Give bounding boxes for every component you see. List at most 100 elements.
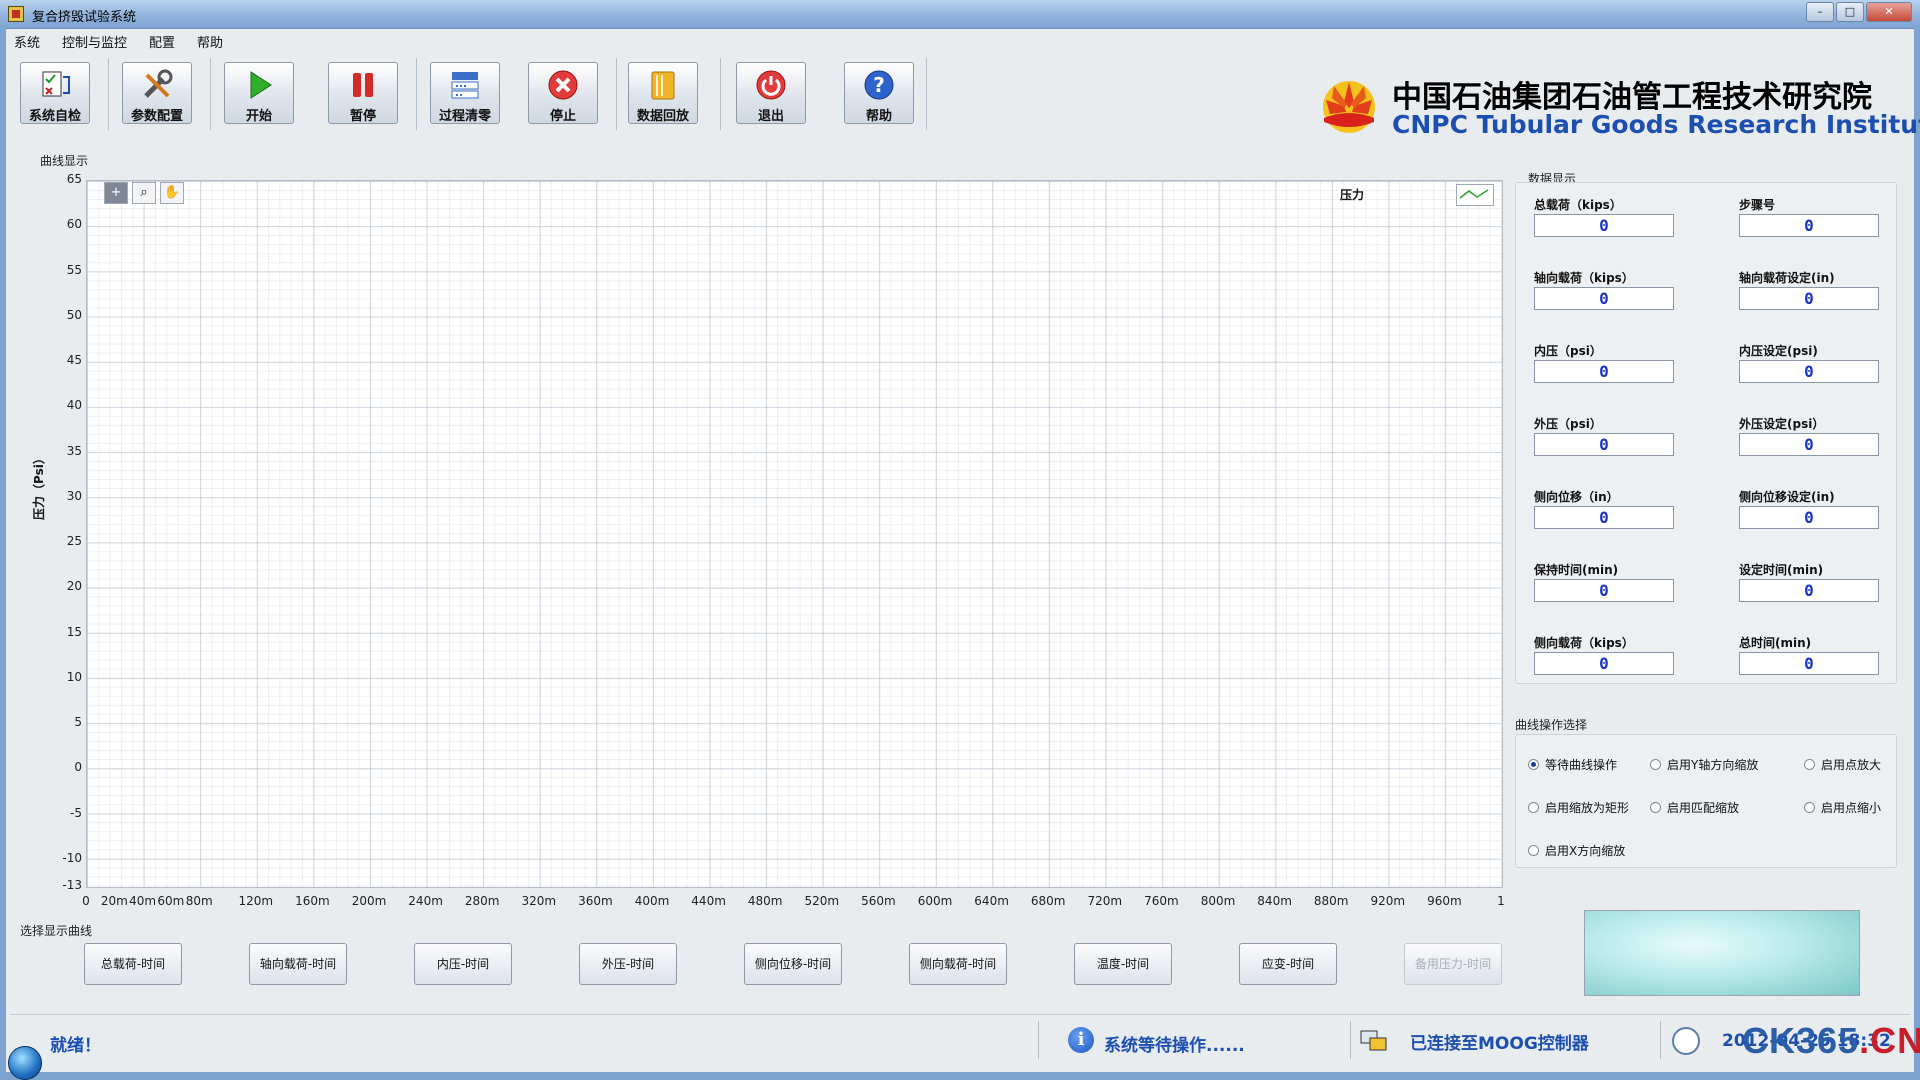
radio-indicator[interactable] (1528, 759, 1539, 770)
y-tick-label: 35 (66, 443, 82, 458)
data-field-label: 侧向位移（in） (1534, 490, 1619, 504)
institute-logo: 中国石油集团石油管工程技术研究院 CNPC Tubular Goods Rese… (1318, 70, 1920, 140)
close-button[interactable]: ✕ (1866, 2, 1912, 22)
preview-panel (1584, 910, 1860, 996)
x-tick-label: 440m (691, 894, 726, 908)
folder-icon (647, 69, 679, 101)
self-check-button[interactable]: 系统自检 (20, 62, 90, 124)
curve-op-radio[interactable]: 启用点缩小 (1804, 799, 1881, 816)
exit-label: 退出 (757, 109, 784, 124)
curve-op-radio[interactable]: 等待曲线操作 (1528, 756, 1617, 773)
data-field-label: 轴向载荷（kips） (1534, 271, 1634, 285)
data-field-label: 侧向载荷（kips） (1534, 636, 1634, 650)
x-tick-label: 800m (1200, 894, 1236, 908)
info-icon: i (1068, 1027, 1094, 1053)
x-tick-label: 200m (351, 894, 387, 908)
x-tick-label: 360m (578, 894, 613, 908)
x-tick-label: 480m (747, 894, 783, 908)
x-tick-label: 960m (1427, 894, 1462, 908)
x-tick-label: 880m (1313, 894, 1349, 908)
watermark-suffix: .CN (1859, 1020, 1920, 1061)
list-reset-icon (449, 69, 481, 101)
start-button[interactable]: 开始 (224, 62, 294, 124)
process-clear-button[interactable]: 过程清零 (430, 62, 500, 124)
y-tick-label: -5 (70, 805, 82, 820)
plot-legend-swatch[interactable] (1456, 184, 1494, 206)
status-divider (1660, 1021, 1661, 1059)
help-label: 帮助 (865, 109, 892, 124)
data-playback-label: 数据回放 (636, 109, 689, 124)
pressure-plot-area[interactable] (86, 180, 1503, 888)
status-divider (1038, 1021, 1039, 1059)
y-tick-label: 60 (66, 217, 82, 232)
status-connection: 已连接至MOOG控制器 (1410, 1034, 1589, 1054)
curve-select-button[interactable]: 外压-时间 (579, 943, 677, 985)
pause-button[interactable]: 暂停 (328, 62, 398, 124)
curve-select-button: 备用压力-时间 (1404, 943, 1502, 985)
menu-system[interactable]: 系统 (10, 30, 44, 51)
zoom-tool-icon[interactable]: ⌕ (132, 182, 156, 204)
watermark-prefix: CK365 (1742, 1020, 1860, 1061)
exit-button[interactable]: 退出 (736, 62, 806, 124)
data-field-value: 0 (1534, 214, 1674, 237)
x-tick-label: 320m (521, 894, 557, 908)
curve-select-button[interactable]: 内压-时间 (414, 943, 512, 985)
curve-op-radio[interactable]: 启用匹配缩放 (1650, 799, 1739, 816)
power-icon (755, 69, 787, 101)
y-tick-label: 30 (66, 488, 82, 503)
curve-select-label: 选择显示曲线 (20, 924, 93, 938)
curve-select-button[interactable]: 总载荷-时间 (84, 943, 182, 985)
windows-start-icon[interactable] (8, 1046, 42, 1080)
curve-select-button[interactable]: 应变-时间 (1239, 943, 1337, 985)
menu-config[interactable]: 配置 (145, 30, 179, 51)
x-tick-label: 80m (185, 894, 213, 908)
x-tick-label: 720m (1087, 894, 1123, 908)
radio-indicator[interactable] (1804, 759, 1815, 770)
curve-select-button[interactable]: 温度-时间 (1074, 943, 1172, 985)
curve-select-button[interactable]: 侧向位移-时间 (744, 943, 842, 985)
curve-op-radio[interactable]: 启用Y轴方向缩放 (1650, 756, 1758, 773)
radio-indicator[interactable] (1528, 802, 1539, 813)
help-icon: ? (863, 69, 895, 101)
data-field-label: 内压设定(psi) (1739, 344, 1818, 358)
radio-indicator[interactable] (1650, 802, 1661, 813)
x-tick-label: 60m (157, 894, 185, 908)
window-frame-right (1914, 28, 1920, 1080)
radio-indicator[interactable] (1650, 759, 1661, 770)
x-tick-label: 160m (295, 894, 330, 908)
watermark: CK365.CN (1742, 1020, 1920, 1062)
stop-button[interactable]: 停止 (528, 62, 598, 124)
maximize-button[interactable]: □ (1836, 2, 1864, 22)
play-icon (243, 69, 275, 101)
data-field-label: 总载荷（kips） (1534, 198, 1622, 212)
radio-indicator[interactable] (1804, 802, 1815, 813)
curve-op-label: 等待曲线操作 (1545, 758, 1618, 772)
data-field-value: 0 (1534, 506, 1674, 529)
status-system-message: 系统等待操作...... (1104, 1036, 1245, 1056)
curve-op-radio[interactable]: 启用点放大 (1804, 756, 1881, 773)
cnpc-logo-icon (1323, 81, 1375, 133)
param-config-button[interactable]: 参数配置 (122, 62, 192, 124)
window-frame-left (0, 28, 6, 1080)
data-field-value: 0 (1739, 214, 1879, 237)
radio-indicator[interactable] (1528, 845, 1539, 856)
help-button[interactable]: ? 帮助 (844, 62, 914, 124)
minimize-button[interactable]: – (1806, 2, 1834, 22)
data-playback-button[interactable]: 数据回放 (628, 62, 698, 124)
curve-select-button[interactable]: 侧向载荷-时间 (909, 943, 1007, 985)
cursor-tool-icon[interactable]: + (104, 182, 128, 204)
x-tick-label: 760m (1144, 894, 1179, 908)
data-field-value: 0 (1534, 652, 1674, 675)
param-config-label: 参数配置 (130, 109, 183, 124)
data-field-value: 0 (1739, 433, 1879, 456)
menu-control-monitor[interactable]: 控制与监控 (58, 30, 131, 51)
curve-select-button[interactable]: 轴向载荷-时间 (249, 943, 347, 985)
data-field-value: 0 (1739, 579, 1879, 602)
curve-op-label: 启用缩放为矩形 (1545, 801, 1630, 815)
x-tick-label: 400m (634, 894, 670, 908)
pan-hand-icon[interactable]: ✋ (160, 182, 184, 204)
menu-help[interactable]: 帮助 (193, 30, 227, 51)
graph-section-label: 曲线显示 (40, 154, 89, 168)
curve-op-radio[interactable]: 启用缩放为矩形 (1528, 799, 1629, 816)
curve-op-radio[interactable]: 启用X方向缩放 (1528, 842, 1625, 859)
